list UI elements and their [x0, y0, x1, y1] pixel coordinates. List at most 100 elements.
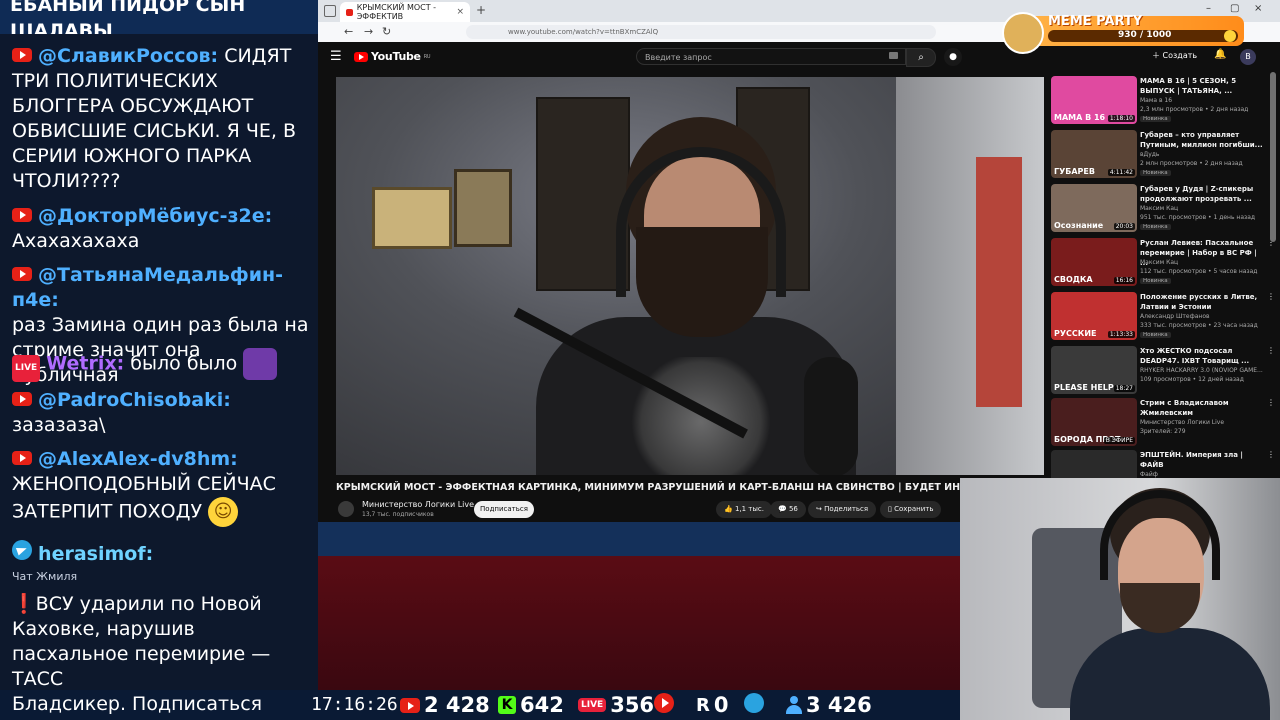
thumbnail-text: PLEASE HELP — [1054, 383, 1114, 392]
close-window-button[interactable]: × — [1254, 3, 1262, 14]
recommended-video[interactable]: РУССКИЕ 1:13:33 Положение русских в Литве,… — [1051, 292, 1276, 342]
live-viewers: LIVE 356 — [578, 693, 654, 717]
video-channel[interactable]: Министерство Логики Live — [1140, 419, 1224, 426]
video-title[interactable]: Губарев у Дудя | Z-спикеры продолжают пр… — [1140, 184, 1266, 204]
microphone-icon: ● — [949, 52, 957, 62]
chat-author: herasimof: — [38, 543, 154, 565]
total-viewers: 3 426 — [786, 693, 872, 717]
more-options-icon[interactable]: ⋮ — [1267, 346, 1275, 355]
video-channel[interactable]: Максим Кац — [1140, 205, 1178, 212]
video-channel[interactable]: RHYKER HACKARRY 3.0 (NOVIOP GAME... — [1140, 367, 1263, 374]
video-scene-frame — [454, 169, 512, 247]
video-thumbnail[interactable]: РУССКИЕ 1:13:33 — [1051, 292, 1137, 340]
voice-search-button[interactable]: ● — [944, 48, 962, 66]
tab-youtube[interactable]: КРЫМСКИЙ МОСТ - ЭФФЕКТИВ × — [340, 2, 470, 22]
comments-button[interactable]: 💬 56 — [770, 501, 806, 518]
search-input[interactable]: Введите запрос — [636, 48, 906, 65]
video-title: КРЫМСКИЙ МОСТ - ЭФФЕКТНАЯ КАРТИНКА, МИНИ… — [336, 482, 1010, 493]
live-icon: LIVE — [578, 698, 607, 712]
close-tab-icon[interactable]: × — [456, 7, 464, 17]
video-title[interactable]: МАМА В 16 | 5 СЕЗОН, 5 ВЫПУСК | ТАТЬЯНА,… — [1140, 76, 1266, 96]
save-label: Сохранить — [894, 505, 934, 513]
chat-text: было было — [130, 352, 238, 375]
total-viewer-count: 3 426 — [806, 693, 872, 717]
r-icon: R — [696, 694, 710, 716]
share-icon: ↪ — [816, 505, 822, 513]
video-thumbnail[interactable]: PLEASE HELP 18:27 — [1051, 346, 1137, 394]
account-avatar[interactable]: В — [1240, 49, 1256, 65]
video-title[interactable]: Положение русских в Литве, Латвии и Эсто… — [1140, 292, 1266, 312]
video-channel[interactable]: вДудь — [1140, 151, 1159, 158]
video-title[interactable]: Хто ЖЕСТКО подсосал DEADP47. IXBT Товари… — [1140, 346, 1266, 366]
menu-icon[interactable]: ☰ — [330, 49, 342, 64]
r-viewers: R0 — [696, 693, 729, 717]
save-button[interactable]: ▯ Сохранить — [880, 501, 942, 518]
video-channel[interactable]: Максим Кац — [1140, 259, 1178, 266]
recommended-video[interactable]: МАМА В 16 1:18:10 МАМА В 16 | 5 СЕЗОН, 5 В… — [1051, 76, 1276, 126]
share-button[interactable]: ↪ Поделиться — [808, 501, 877, 518]
new-badge: Новинка — [1140, 170, 1171, 176]
chat-message: @СлавикРоссов: СИДЯТ ТРИ ПОЛИТИЧЕСКИХ БЛ… — [12, 44, 312, 194]
video-duration: 1:13:33 — [1107, 331, 1135, 338]
video-thumbnail[interactable]: ГУБАРЕВ 4:11:42 — [1051, 130, 1137, 178]
telegram-viewers — [744, 693, 764, 713]
meme-party-widget: MEME PARTY 930 / 1000 — [1002, 12, 1246, 54]
thumbnail-text: МАМА В 16 — [1054, 113, 1106, 122]
video-title[interactable]: Губарев – кто управляет Путиным, миллион… — [1140, 130, 1266, 150]
recommended-video[interactable]: ГУБАРЕВ 4:11:42 Губарев – кто управляет Пу… — [1051, 130, 1276, 180]
video-duration: 18:27 — [1113, 385, 1135, 392]
youtube-logo[interactable]: YouTube RU — [354, 50, 431, 63]
viewers-icon — [786, 696, 802, 714]
video-thumbnail[interactable]: МАМА В 16 1:18:10 — [1051, 76, 1137, 124]
recommended-video[interactable]: БОРОДА ПРОТ В ЭФИРЕ Стрим с Владиславом Жм… — [1051, 398, 1276, 448]
like-button[interactable]: 👍 1,1 тыс. — [716, 501, 772, 518]
channel-name[interactable]: Министерство Логики Live — [362, 500, 474, 509]
search-button[interactable]: ⌕ — [906, 48, 936, 67]
video-channel[interactable]: Александр Штефанов — [1140, 313, 1210, 320]
chat-message: herasimof: — [12, 540, 312, 567]
reload-button[interactable]: ↻ — [382, 25, 391, 38]
back-button[interactable]: ← — [344, 25, 353, 38]
new-tab-button[interactable]: + — [476, 3, 486, 17]
chat-message: @ДокторМёбиус-з2е: Ахахахахаха — [12, 204, 312, 254]
video-duration: 1:18:10 — [1107, 115, 1135, 122]
more-options-icon[interactable]: ⋮ — [1267, 292, 1275, 301]
scrollbar[interactable] — [1270, 72, 1276, 242]
video-thumbnail[interactable]: Осознание 20:03 — [1051, 184, 1137, 232]
doge-icon — [1002, 12, 1044, 54]
recommended-video[interactable]: СВОДКА 16:16 Руслан Левиев: Пасхальное пер… — [1051, 238, 1276, 288]
chat-top-message: ЕБАНЫЙ ПИДОР СЫН ШАЛАВЫ — [0, 0, 318, 34]
chat-message: @AlexAlex-dv8hm: ЖЕНОПОДОБНЫЙ СЕЙЧАС ЗАТ… — [12, 447, 312, 527]
video-thumbnail[interactable]: СВОДКА 16:16 — [1051, 238, 1137, 286]
channel-avatar[interactable] — [338, 501, 354, 517]
chat-author: @ТатьянаМедальфин-п4е: — [12, 264, 284, 311]
video-channel[interactable]: Мама в 16 — [1140, 97, 1172, 104]
forward-button[interactable]: → — [364, 25, 373, 38]
chat-message: LIVE Wetrix: было было — [12, 348, 312, 382]
notifications-icon[interactable]: 🔔 — [1214, 49, 1226, 60]
webcam-person-beard — [1120, 583, 1200, 633]
more-options-icon[interactable]: ⋮ — [1267, 398, 1275, 407]
new-badge: Новинка — [1140, 116, 1171, 122]
tab-actions-icon[interactable] — [324, 5, 336, 17]
chat-text: зазазаза\ — [12, 414, 106, 436]
video-title[interactable]: Стрим с Владиславом Жмилевским — [1140, 398, 1266, 418]
url-field[interactable]: www.youtube.com/watch?v=ttnBXmCZAlQ — [466, 25, 936, 39]
video-player[interactable] — [336, 77, 1044, 475]
recommended-video[interactable]: Осознание 20:03 Губарев у Дудя | Z-спикеры… — [1051, 184, 1276, 234]
subscribe-button[interactable]: Подписаться — [474, 501, 534, 518]
recommended-video[interactable]: PLEASE HELP 18:27 Хто ЖЕСТКО подсосал DEAD… — [1051, 346, 1276, 396]
video-meta: 2 млн просмотров • 2 дня назад — [1140, 160, 1243, 167]
youtube-icon — [400, 697, 420, 713]
youtube-viewer-count: 2 428 — [424, 693, 490, 717]
keyboard-icon[interactable] — [889, 52, 898, 59]
meme-party-score: 930 / 1000 — [1118, 30, 1172, 40]
like-icon: 👍 — [724, 505, 733, 513]
create-label: Создать — [1162, 51, 1198, 60]
create-button[interactable]: ＋ Создать — [1152, 50, 1197, 61]
video-title[interactable]: ЭПШТЕЙН. Империя зла | ФАЙВ — [1140, 450, 1266, 470]
live-icon: LIVE — [12, 354, 41, 382]
more-options-icon[interactable]: ⋮ — [1267, 450, 1275, 459]
video-thumbnail[interactable]: БОРОДА ПРОТ В ЭФИРЕ — [1051, 398, 1137, 446]
video-channel[interactable]: Файф — [1140, 471, 1158, 478]
